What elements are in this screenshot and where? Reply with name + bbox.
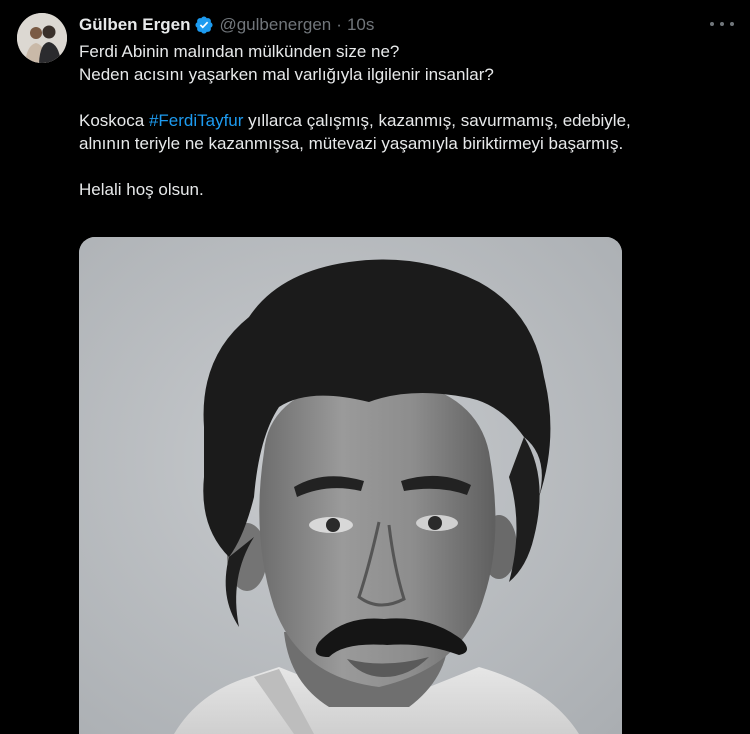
tweet-text: Ferdi Abinin malından mülkünden size ne?…	[79, 40, 729, 201]
tweet-text-segment: Koskoca	[79, 111, 149, 130]
tweet-text-line: Helali hoş olsun.	[79, 180, 204, 199]
header-separator: ·	[336, 15, 342, 34]
tweet-text-line: Ferdi Abinin malından mülkünden size ne?	[79, 42, 400, 61]
tweet-media-photo[interactable]	[79, 237, 622, 734]
tweet-text-segment: yıllarca çalışmış, kazanmış, savurmamış,…	[243, 111, 631, 130]
tweet-text-line: Neden acısını yaşarken mal varlığıyla il…	[79, 65, 494, 84]
avatar[interactable]	[17, 13, 67, 63]
tweet-text-line: alnının teriyle ne kazanmışsa, mütevazi …	[79, 134, 624, 153]
hashtag-link[interactable]: #FerdiTayfur	[149, 111, 243, 130]
tweet-timestamp[interactable]: 10s	[347, 15, 374, 35]
tweet-text-line: Koskoca #FerdiTayfur yıllarca çalışmış, …	[79, 109, 729, 132]
more-dot	[720, 22, 724, 26]
tweet-header: Gülben Ergen @gulbenergen · 10s	[79, 13, 374, 37]
avatar-image	[17, 13, 67, 63]
verified-badge-icon[interactable]	[194, 15, 214, 35]
portrait-photo	[79, 237, 622, 734]
more-dot	[730, 22, 734, 26]
more-options-icon[interactable]	[710, 14, 734, 34]
tweet: Gülben Ergen @gulbenergen · 10s Ferdi Ab…	[0, 0, 750, 734]
author-display-name[interactable]: Gülben Ergen	[79, 15, 190, 35]
author-handle[interactable]: @gulbenergen	[219, 15, 331, 35]
more-dot	[710, 22, 714, 26]
